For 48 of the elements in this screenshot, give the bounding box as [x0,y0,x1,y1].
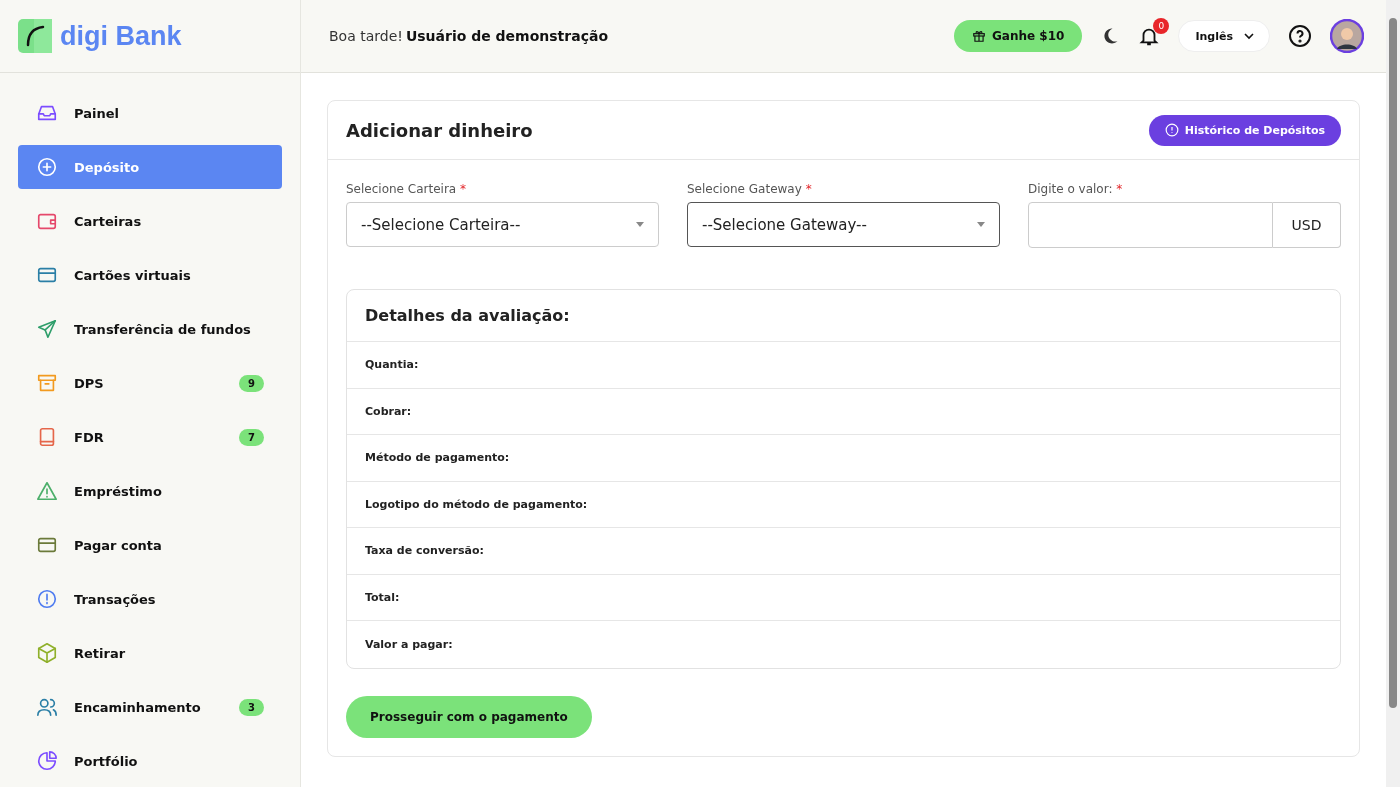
detail-label: Cobrar: [365,404,412,418]
reward-button[interactable]: Ganhe $10 [954,20,1083,52]
select-dropdown[interactable]: --Selecione Gateway-- [687,202,1000,247]
select-dropdown[interactable]: --Selecione Carteira-- [346,202,659,247]
count-badge: 9 [239,374,264,392]
sidebar-item[interactable]: Pagar conta [18,523,282,567]
count-badge: 7 [239,428,264,446]
amount-input[interactable] [1028,202,1273,248]
sidebar-item[interactable]: Encaminhamento 3 [18,685,282,729]
sidebar-item[interactable]: Empréstimo [18,469,282,513]
sidebar-item[interactable]: Transações [18,577,282,621]
detail-label: Quantia: [365,358,419,372]
deposit-history-button[interactable]: Histórico de Depósitos [1148,114,1341,146]
language-dropdown[interactable]: Inglês [1178,20,1270,52]
currency-label: USD [1273,202,1341,248]
sidebar-item[interactable]: Transferência de fundos [18,307,282,351]
details-title: Detalhes da avaliação: [347,290,1340,342]
detail-label: Taxa de conversão: [365,544,484,558]
logo-icon [18,19,52,53]
notification-badge: 0 [1153,18,1170,34]
field-label: Selecione Carteira * [346,182,467,196]
scrollbar[interactable] [1386,0,1400,787]
gift-icon [972,29,986,43]
detail-label: Método de pagamento: [365,451,510,465]
avatar-icon[interactable] [1330,19,1364,53]
field-label: Digite o valor: * [1028,182,1124,196]
detail-label: Total: [365,590,400,604]
sidebar-item[interactable]: Retirar [18,631,282,675]
sidebar-item[interactable]: Carteiras [18,199,282,243]
field-label: Selecione Gateway * [687,182,813,196]
sidebar-item[interactable]: Cartões virtuais [18,253,282,297]
caret-icon [636,222,644,227]
proceed-payment-button[interactable]: Prosseguir com o pagamento [346,695,592,738]
info-icon [1164,123,1179,137]
sidebar-item[interactable]: FDR 7 [18,415,282,459]
detail-label: Logotipo do método de pagamento: [365,497,588,511]
chevron-down-icon [1243,30,1255,42]
user-name: Usuário de demonstração [405,28,609,44]
sidebar-item[interactable]: DPS 9 [18,361,282,405]
sidebar-item[interactable]: Portfólio [18,739,282,783]
caret-icon [977,222,985,227]
greeting-text: Boa tarde! [329,28,403,44]
count-badge: 3 [239,698,264,716]
card-title: Adicionar dinheiro [346,119,533,141]
sidebar-item[interactable]: Painel [18,91,282,135]
logo-text: digi Bank [60,20,182,52]
help-icon[interactable] [1288,24,1312,48]
detail-label: Valor a pagar: [365,637,453,651]
